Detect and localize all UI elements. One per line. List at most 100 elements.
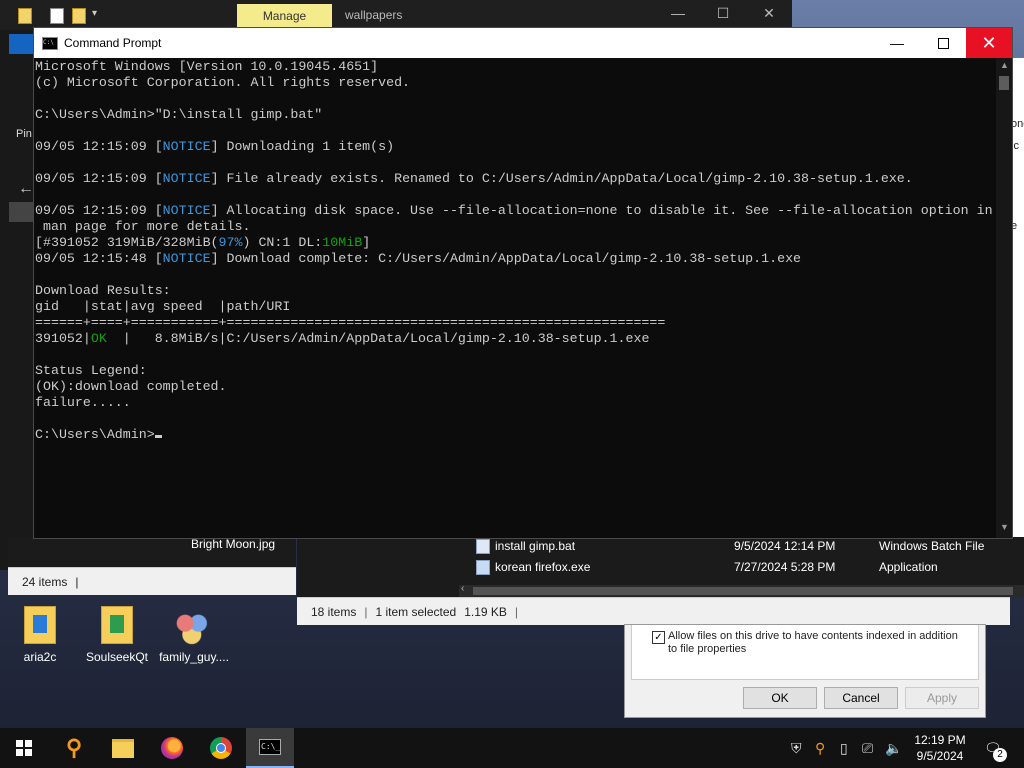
firefox-icon xyxy=(161,737,183,759)
search-button[interactable]: ⚲ xyxy=(50,728,98,768)
list-item[interactable]: install gimp.bat 9/5/2024 12:14 PM Windo… xyxy=(297,536,1024,556)
taskbar-chrome[interactable] xyxy=(197,728,245,768)
new-folder-icon[interactable] xyxy=(72,8,86,24)
scrollbar-thumb[interactable] xyxy=(999,76,1009,90)
maximize-icon[interactable]: ☐ xyxy=(713,5,733,22)
ok-button[interactable]: OK xyxy=(743,687,817,709)
command-prompt-window: C:\ Command Prompt — ✕ Microsoft Windows… xyxy=(33,27,1013,539)
maximize-button[interactable] xyxy=(920,28,966,58)
notification-badge: 2 xyxy=(993,748,1007,762)
cmd-icon: C:\_ xyxy=(259,739,281,755)
console-line: C:\Users\Admin>"D:\install gimp.bat" xyxy=(35,107,323,122)
item-count: 18 items xyxy=(311,604,357,619)
maximize-icon xyxy=(937,37,949,49)
clock[interactable]: 12:19 PM 9/5/2024 xyxy=(905,732,975,764)
minimize-icon[interactable]: — xyxy=(668,5,688,21)
folder-icon[interactable] xyxy=(18,8,32,24)
network-icon[interactable]: ⎚ xyxy=(862,740,873,757)
apply-button[interactable]: Apply xyxy=(905,687,979,709)
desktop-icon-label: SoulseekQt xyxy=(85,650,149,664)
window-title: wallpapers xyxy=(345,8,403,22)
folder-icon xyxy=(24,606,56,644)
console-line: failure..... xyxy=(35,395,131,410)
close-button[interactable]: ✕ xyxy=(966,28,1012,58)
chevron-down-icon[interactable]: ▾ xyxy=(92,8,97,19)
image-icon xyxy=(172,608,216,646)
dialog-panel: ✓ Allow files on this drive to have cont… xyxy=(631,625,979,680)
windows-icon xyxy=(16,740,32,756)
console-line: Download Results: xyxy=(35,283,171,298)
tab-manage[interactable]: Manage xyxy=(237,4,332,28)
results-row: 391052|OK | 8.8MiB/s|C:/Users/Admin/AppD… xyxy=(35,331,650,346)
list-item[interactable]: korean firefox.exe 7/27/2024 5:28 PM App… xyxy=(297,557,1024,577)
scroll-left-icon[interactable]: ‹ xyxy=(461,583,464,594)
selected-size: 1.19 KB xyxy=(464,604,507,619)
vertical-scrollbar[interactable]: ▲ ▼ xyxy=(996,58,1012,538)
console-line: 09/05 12:15:48 [NOTICE] Download complet… xyxy=(35,251,802,266)
scroll-up-icon[interactable]: ▲ xyxy=(1000,60,1009,70)
taskbar: ⚲ C:\_ ⛨ ⚲ ▯ ⎚ 🔈 12:19 PM 9/5/2024 🗨 2 xyxy=(0,728,1024,768)
console-line: 09/05 12:15:09 [NOTICE] Downloading 1 it… xyxy=(35,139,395,154)
results-header: gid |stat|avg speed |path/URI xyxy=(35,299,291,314)
results-rule: ======+====+===========+================… xyxy=(35,315,666,330)
clock-time: 12:19 PM xyxy=(914,733,966,747)
desktop-icon-label: family_guy.... xyxy=(159,650,229,664)
minimize-button[interactable]: — xyxy=(874,28,920,58)
desktop-icon-aria2c[interactable]: aria2c xyxy=(0,606,80,664)
application-icon xyxy=(476,560,490,575)
desktop-icon-soulseekqt[interactable]: SoulseekQt xyxy=(77,606,157,664)
batch-file-icon xyxy=(476,539,490,554)
desktop-icon-family-guy[interactable]: family_guy.... xyxy=(154,608,234,664)
search-icon: ⚲ xyxy=(65,735,83,760)
taskbar-firefox[interactable] xyxy=(148,728,196,768)
file-date: 7/27/2024 5:28 PM xyxy=(734,560,836,574)
horizontal-scrollbar[interactable]: ‹ xyxy=(459,583,1024,597)
explorer-pane-left: Bright Moon.jpg 24 items | xyxy=(8,537,296,595)
checkbox-label[interactable]: Allow files on this drive to have conten… xyxy=(668,630,968,656)
file-list: install gimp.bat 9/5/2024 12:14 PM Windo… xyxy=(297,537,1024,597)
console-output[interactable]: Microsoft Windows [Version 10.0.19045.46… xyxy=(34,58,996,538)
status-bar: 18 items | 1 item selected 1.19 KB | xyxy=(297,597,1010,625)
taskbar-command-prompt[interactable]: C:\_ xyxy=(246,728,294,768)
close-icon: ✕ xyxy=(981,32,997,53)
folder-icon xyxy=(101,606,133,644)
file-name: install gimp.bat xyxy=(495,539,576,553)
explorer-titlebar: ▾ Manage wallpapers — ☐ ✕ xyxy=(0,0,792,30)
file-date: 9/5/2024 12:14 PM xyxy=(734,539,836,553)
security-icon[interactable]: ⛨ xyxy=(791,740,802,757)
scroll-down-icon[interactable]: ▼ xyxy=(1000,522,1009,532)
title-bar[interactable]: C:\ Command Prompt — ✕ xyxy=(34,28,1012,58)
item-count: 24 items xyxy=(22,574,68,589)
drive-properties-dialog: ✓ Allow files on this drive to have cont… xyxy=(624,624,986,718)
console-line: Status Legend: xyxy=(35,363,147,378)
file-tab[interactable] xyxy=(9,34,34,54)
taskbar-file-explorer[interactable] xyxy=(99,728,147,768)
chrome-icon xyxy=(210,737,232,759)
usb-icon[interactable]: ▯ xyxy=(840,740,848,757)
search-tray-icon[interactable]: ⚲ xyxy=(815,740,825,757)
explorer-left-panel: Pin ← xyxy=(0,30,34,570)
pin-label[interactable]: Pin xyxy=(16,128,32,140)
prompt-line[interactable]: C:\Users\Admin> xyxy=(35,427,162,443)
close-icon[interactable]: ✕ xyxy=(759,5,779,22)
cancel-button[interactable]: Cancel xyxy=(824,687,898,709)
start-button[interactable] xyxy=(0,728,48,768)
scrollbar-thumb[interactable] xyxy=(473,587,1013,595)
progress-line: [#391052 319MiB/328MiB(97%) CN:1 DL:10Mi… xyxy=(35,235,371,250)
volume-muted-icon[interactable]: 🔈 xyxy=(885,740,902,757)
index-checkbox[interactable]: ✓ xyxy=(652,631,665,644)
file-label[interactable]: Bright Moon.jpg xyxy=(191,537,275,551)
console-line: (c) Microsoft Corporation. All rights re… xyxy=(35,75,411,90)
console-line: 09/05 12:15:09 [NOTICE] File already exi… xyxy=(35,171,913,186)
console-line: (OK):download completed. xyxy=(35,379,227,394)
console-line: man page for more details. xyxy=(35,219,251,234)
cmd-icon: C:\ xyxy=(42,37,58,50)
file-type: Windows Batch File xyxy=(879,539,985,553)
file-type: Application xyxy=(879,560,938,574)
desktop-icon-label: aria2c xyxy=(23,650,57,664)
back-arrow-icon[interactable]: ← xyxy=(18,180,34,198)
folder-icon xyxy=(112,738,134,758)
nav-selected-item[interactable] xyxy=(9,202,34,222)
selected-count: 1 item selected xyxy=(375,604,457,619)
properties-icon[interactable] xyxy=(50,8,64,24)
